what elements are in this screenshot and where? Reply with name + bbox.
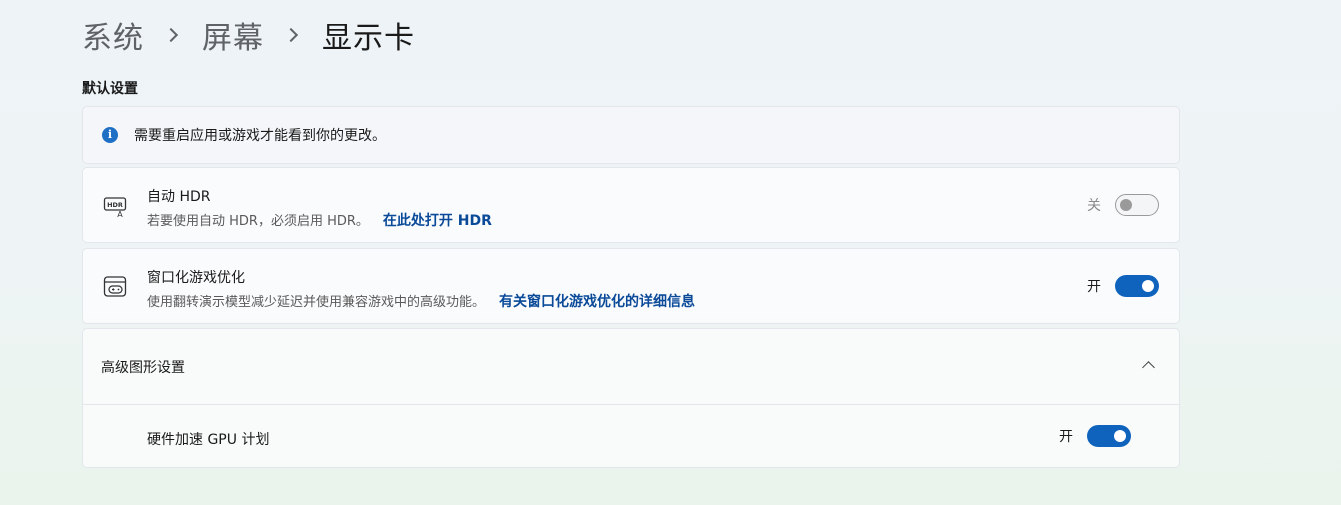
info-text: 需要重启应用或游戏才能看到你的更改。 xyxy=(134,128,386,144)
chevron-right-icon xyxy=(283,27,299,43)
auto-hdr-toggle-group: 关 xyxy=(1087,194,1159,216)
advanced-graphics-title: 高级图形设置 xyxy=(101,360,185,376)
chevron-right-icon xyxy=(163,27,179,43)
hdr-icon: HDR A xyxy=(103,197,127,218)
windowed-optimization-toggle[interactable] xyxy=(1115,275,1159,297)
auto-hdr-state-label: 关 xyxy=(1087,198,1101,214)
gpu-scheduling-state-label: 开 xyxy=(1059,429,1073,445)
advanced-graphics-header[interactable]: 高级图形设置 xyxy=(83,329,1179,405)
auto-hdr-description-text: 若要使用自动 HDR，必须启用 HDR。 xyxy=(147,214,369,229)
info-icon: i xyxy=(102,127,118,143)
gamepad-window-icon xyxy=(103,276,127,297)
windowed-optimization-link[interactable]: 有关窗口化游戏优化的详细信息 xyxy=(499,294,695,310)
chevron-up-icon[interactable] xyxy=(1142,361,1155,374)
windowed-optimization-toggle-group: 开 xyxy=(1087,275,1159,297)
gpu-scheduling-toggle[interactable] xyxy=(1087,425,1131,447)
breadcrumb-graphics: 显示卡 xyxy=(322,21,415,56)
svg-text:HDR: HDR xyxy=(107,201,123,209)
auto-hdr-title: 自动 HDR xyxy=(147,189,211,205)
svg-text:A: A xyxy=(117,210,123,218)
windowed-optimization-title: 窗口化游戏优化 xyxy=(147,270,245,286)
breadcrumb-display[interactable]: 屏幕 xyxy=(202,13,264,57)
auto-hdr-toggle[interactable] xyxy=(1115,194,1159,216)
gpu-scheduling-title: 硬件加速 GPU 计划 xyxy=(147,432,270,448)
windowed-optimization-setting: 窗口化游戏优化 使用翻转演示模型减少延迟并使用兼容游戏中的高级功能。 有关窗口化游… xyxy=(82,248,1180,324)
breadcrumb-system[interactable]: 系统 xyxy=(82,13,144,57)
windowed-optimization-state-label: 开 xyxy=(1087,279,1101,295)
breadcrumb: 系统 屏幕 显示卡 xyxy=(82,12,415,58)
windowed-optimization-description: 使用翻转演示模型减少延迟并使用兼容游戏中的高级功能。 有关窗口化游戏优化的详细信息 xyxy=(147,291,695,311)
advanced-graphics-section: 高级图形设置 硬件加速 GPU 计划 开 xyxy=(82,328,1180,468)
auto-hdr-description: 若要使用自动 HDR，必须启用 HDR。 在此处打开 HDR xyxy=(147,210,492,230)
info-bar: i 需要重启应用或游戏才能看到你的更改。 xyxy=(82,106,1180,164)
windowed-optimization-description-text: 使用翻转演示模型减少延迟并使用兼容游戏中的高级功能。 xyxy=(147,295,486,310)
open-hdr-link[interactable]: 在此处打开 HDR xyxy=(383,213,492,229)
gpu-scheduling-toggle-group: 开 xyxy=(1059,425,1131,447)
auto-hdr-setting: HDR A 自动 HDR 若要使用自动 HDR，必须启用 HDR。 在此处打开 H… xyxy=(82,167,1180,243)
section-title: 默认设置 xyxy=(82,81,138,97)
